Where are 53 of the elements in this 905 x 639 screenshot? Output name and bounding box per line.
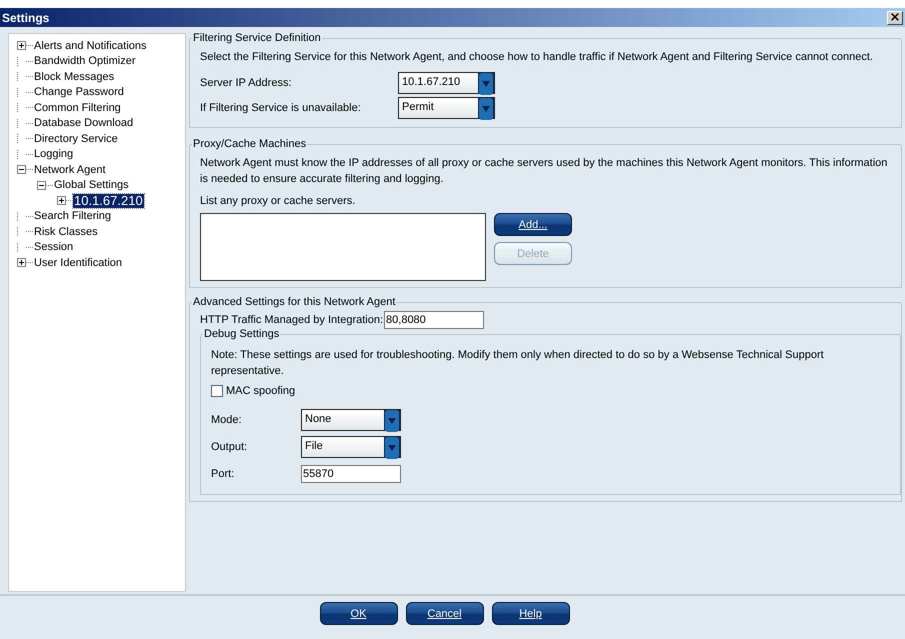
dropdown-value: 10.1.67.210 bbox=[399, 73, 478, 93]
expand-icon[interactable] bbox=[17, 41, 26, 50]
tree-item[interactable]: Session bbox=[33, 240, 74, 254]
dropdown[interactable]: 10.1.67.210 bbox=[398, 72, 495, 94]
tree-item[interactable]: Search Filtering bbox=[33, 209, 112, 224]
ok-button[interactable]: OK bbox=[320, 602, 398, 625]
dropdown-value: Permit bbox=[399, 98, 478, 118]
field-label: Port: bbox=[211, 468, 236, 480]
add-button[interactable]: Add... bbox=[494, 213, 572, 236]
server-list[interactable] bbox=[200, 213, 486, 281]
description-text: Select the Filtering Service for this Network Agent, and choose how to handle traffic if Network Agent and Filtering Service cannot connect. bbox=[200, 50, 874, 65]
dropdown[interactable]: None bbox=[301, 408, 401, 430]
field-label: Mode: bbox=[211, 414, 243, 426]
group-title: Debug Settings bbox=[203, 328, 280, 340]
tree-item[interactable]: Bandwidth Optimizer bbox=[33, 54, 136, 68]
collapse-icon[interactable] bbox=[37, 180, 46, 190]
tree-item[interactable]: User Identification bbox=[33, 256, 124, 270]
tree-item[interactable]: Global Settings bbox=[53, 178, 130, 192]
tree-item[interactable]: Logging bbox=[33, 147, 74, 162]
field-label: Output: bbox=[211, 440, 248, 452]
close-button[interactable]: × bbox=[887, 10, 903, 24]
list-label: List any proxy or cache servers. bbox=[200, 194, 356, 209]
tree-item[interactable]: Common Filtering bbox=[33, 100, 122, 115]
window-title: Settings bbox=[2, 10, 50, 24]
expand-icon[interactable] bbox=[57, 196, 66, 206]
group-title: Filtering Service Definition bbox=[192, 32, 322, 44]
tree-item[interactable]: Change Password bbox=[33, 85, 125, 100]
tree-item[interactable]: Block Messages bbox=[33, 70, 116, 84]
dropdown-value: File bbox=[302, 436, 384, 456]
tree-item[interactable]: 10.1.67.210 bbox=[73, 194, 144, 208]
group-title: Proxy/Cache Machines bbox=[192, 138, 308, 150]
description-text: Network Agent must know the IP addresses of all proxy or cache servers used by the machines this Network Agent monitors. This information is needed to ensure accurate filtering and logging. bbox=[200, 156, 888, 187]
tree-item[interactable]: Database Download bbox=[33, 116, 134, 130]
expand-icon[interactable] bbox=[17, 258, 26, 268]
tree-item[interactable]: Risk Classes bbox=[33, 224, 99, 239]
dropdown-value: None bbox=[302, 410, 384, 430]
collapse-icon[interactable] bbox=[17, 165, 26, 174]
help-button[interactable]: Help bbox=[492, 602, 570, 625]
dropdown[interactable]: File bbox=[301, 436, 401, 458]
tree-item[interactable]: Network Agent bbox=[33, 162, 107, 177]
group-title: Advanced Settings for this Network Agent bbox=[192, 296, 396, 308]
input-field[interactable]: 55870 bbox=[301, 464, 401, 482]
input-field[interactable]: 80,8080 bbox=[384, 311, 484, 329]
dropdown[interactable]: Permit bbox=[398, 97, 495, 119]
checkbox[interactable] bbox=[211, 385, 223, 397]
field-label: Server IP Address: bbox=[200, 77, 293, 89]
checkbox-label: MAC spoofing bbox=[226, 385, 296, 397]
tree-item[interactable]: Alerts and Notifications bbox=[33, 38, 148, 53]
cancel-button[interactable]: Cancel bbox=[406, 602, 484, 625]
tree-item[interactable]: Directory Service bbox=[33, 132, 119, 146]
field-label: HTTP Traffic Managed by Integration: bbox=[200, 314, 384, 326]
note-text: Note: These settings are used for troubleshooting. Modify them only when directed to do so by a Websense Technical Support representative. bbox=[211, 348, 825, 379]
field-label: If Filtering Service is unavailable: bbox=[200, 102, 362, 114]
